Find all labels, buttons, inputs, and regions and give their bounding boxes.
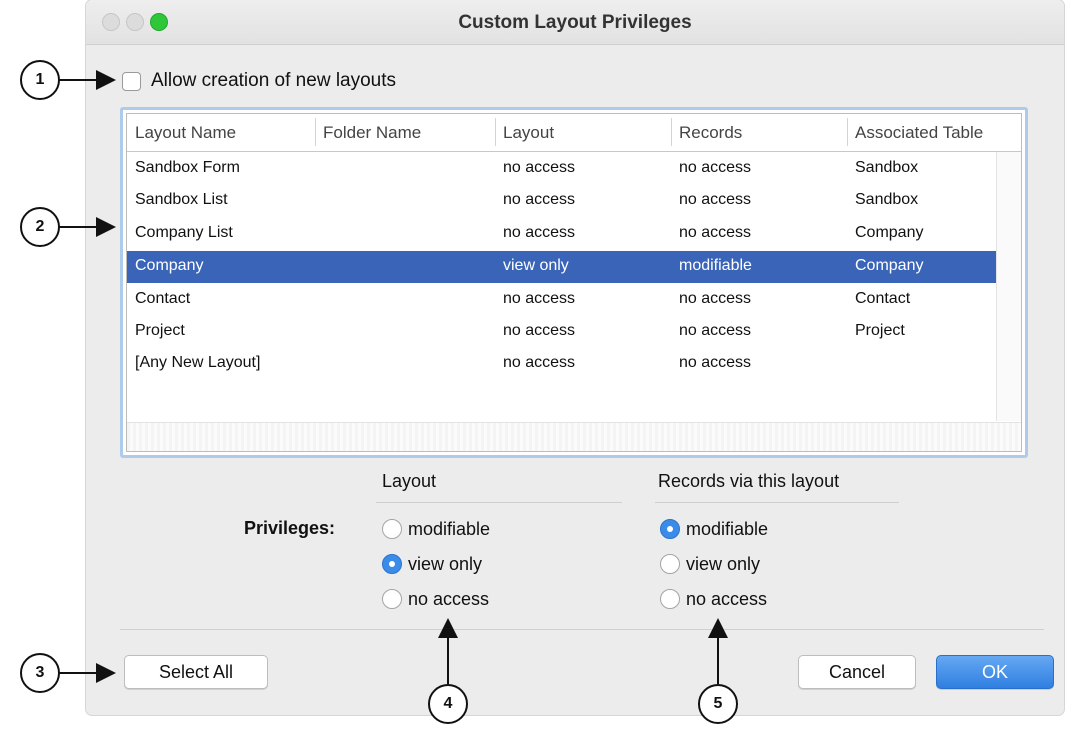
callout-5: 5 — [698, 684, 738, 724]
callout-3: 3 — [20, 653, 60, 693]
callout-arrows — [58, 70, 728, 684]
callout-1: 1 — [20, 60, 60, 100]
callout-2: 2 — [20, 207, 60, 247]
callout-4: 4 — [428, 684, 468, 724]
